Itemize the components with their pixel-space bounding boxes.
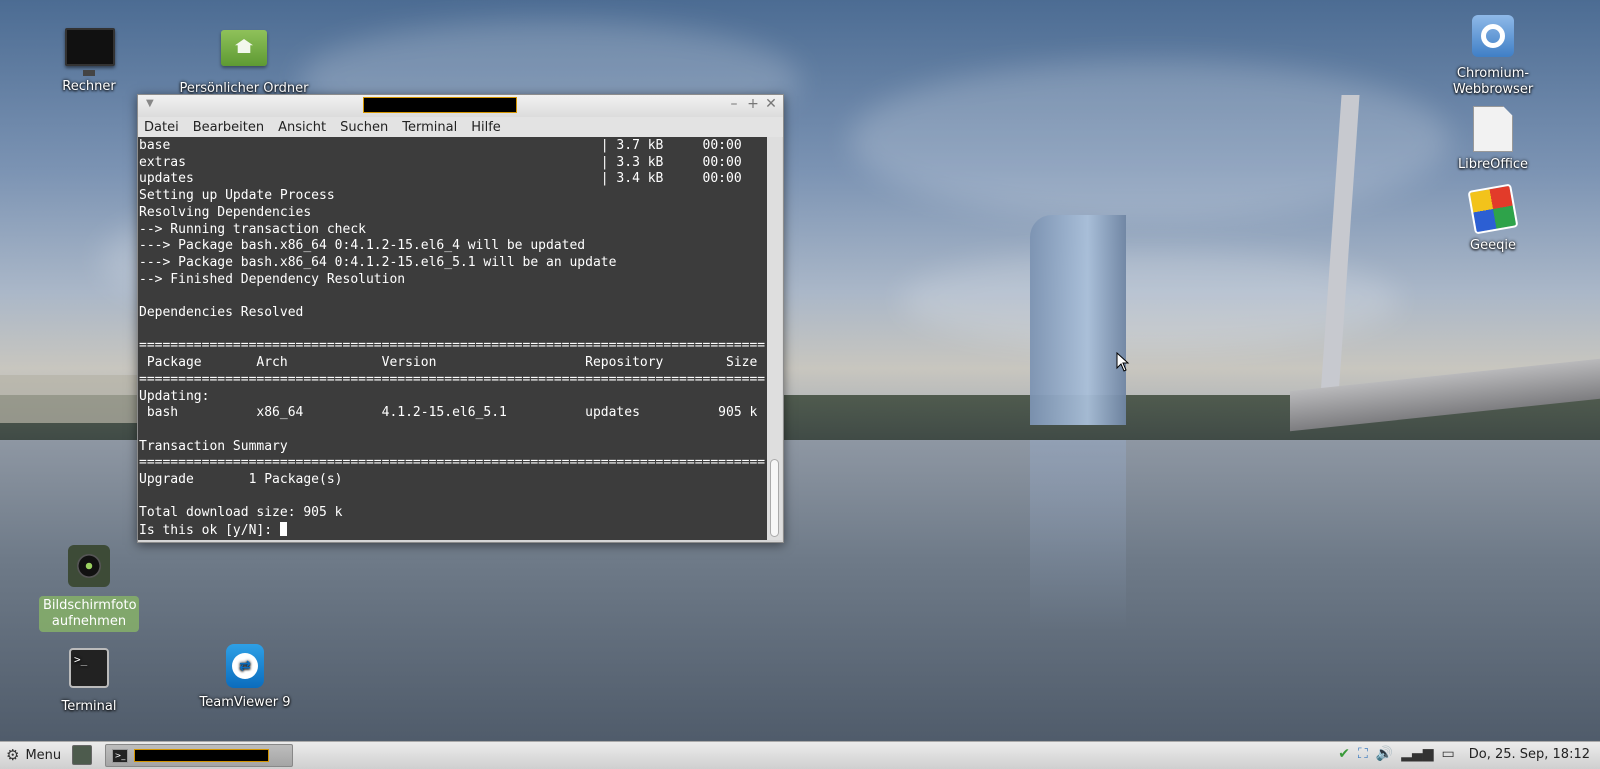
- volume-icon[interactable]: 🔊: [1376, 746, 1393, 762]
- clock[interactable]: Do, 25. Sep, 18:12: [1469, 747, 1590, 762]
- maximize-button[interactable]: +: [744, 96, 762, 112]
- desktop-icon-label: Rechner: [62, 79, 116, 94]
- desktop-icon-terminal[interactable]: >_ Terminal: [34, 644, 144, 715]
- close-button[interactable]: ✕: [762, 96, 780, 112]
- terminal-icon: >_: [65, 648, 113, 696]
- camera-icon: [65, 545, 113, 593]
- desktop-icon-label: TeamViewer 9: [199, 695, 291, 710]
- menu-datei[interactable]: Datei: [144, 120, 179, 135]
- desktop-icon-geeqie[interactable]: Geeqie: [1438, 183, 1548, 254]
- text-cursor: [279, 522, 287, 537]
- menu-hilfe[interactable]: Hilfe: [471, 120, 501, 135]
- taskbar-window-terminal[interactable]: >_: [105, 744, 293, 767]
- window-title-redacted: [363, 97, 517, 113]
- desktop-icon-label: Terminal: [61, 699, 117, 714]
- desktop-icon-screenshot[interactable]: Bildschirmfoto aufnehmen: [34, 542, 144, 632]
- desktop-icon-teamviewer[interactable]: ⇄ TeamViewer 9: [190, 642, 300, 711]
- show-desktop-icon[interactable]: [72, 745, 92, 765]
- desktop-icon-rechner[interactable]: Rechner: [34, 22, 144, 95]
- terminal-icon: >_: [112, 749, 128, 763]
- mouse-pointer-icon: [1116, 351, 1130, 376]
- menu-terminal[interactable]: Terminal: [402, 120, 457, 135]
- computer-monitor-icon: [65, 28, 115, 76]
- window-menu-icon[interactable]: ▼: [146, 98, 154, 109]
- terminal-window[interactable]: ▼ – + ✕ Datei Bearbeiten Ansicht Suchen …: [137, 94, 784, 543]
- desktop-icon-label: Bildschirmfoto aufnehmen: [39, 596, 139, 632]
- menu-ansicht[interactable]: Ansicht: [278, 120, 326, 135]
- update-shield-icon[interactable]: ✔: [1338, 746, 1350, 762]
- start-menu-label: Menu: [25, 747, 62, 763]
- system-tray: ✔ ⛶ 🔊 ▂▄▆ ▭ Do, 25. Sep, 18:12: [1330, 746, 1600, 762]
- desktop-icon-label: LibreOffice: [1457, 157, 1529, 172]
- network-icon[interactable]: ⛶: [1358, 746, 1368, 762]
- start-menu-button[interactable]: ⚙ Menu: [6, 746, 61, 764]
- taskbar-window-title-redacted: [134, 749, 269, 762]
- desktop-icon-libreoffice[interactable]: LibreOffice: [1438, 104, 1548, 173]
- desktop-icon-label: Chromium-Webbrowser: [1452, 66, 1534, 97]
- terminal-output[interactable]: base | 3.7 kB 00:00 extras | 3.3 kB 00:0…: [138, 137, 767, 540]
- terminal-text: base | 3.7 kB 00:00 extras | 3.3 kB 00:0…: [139, 138, 766, 539]
- battery-icon[interactable]: ▭: [1442, 746, 1455, 762]
- teamviewer-icon: ⇄: [221, 644, 269, 692]
- home-folder-icon: [220, 30, 268, 78]
- image-viewer-icon: [1467, 183, 1519, 235]
- menu-suchen[interactable]: Suchen: [340, 120, 388, 135]
- minimize-button[interactable]: –: [725, 96, 743, 112]
- window-titlebar[interactable]: ▼ – + ✕: [138, 95, 783, 117]
- chromium-icon: [1469, 15, 1517, 63]
- desktop-icon-home-folder[interactable]: Persönlicher Ordner: [175, 22, 313, 97]
- document-icon: [1469, 106, 1517, 154]
- taskbar: ⚙ Menu >_ ✔ ⛶ 🔊 ▂▄▆ ▭ Do, 25. Sep, 18:12: [0, 741, 1600, 769]
- scrollbar-thumb[interactable]: [770, 459, 779, 537]
- gear-icon: ⚙: [6, 746, 20, 764]
- signal-bars-icon[interactable]: ▂▄▆: [1401, 746, 1433, 762]
- menu-bearbeiten[interactable]: Bearbeiten: [193, 120, 264, 135]
- window-menubar: Datei Bearbeiten Ansicht Suchen Terminal…: [138, 117, 783, 137]
- terminal-scrollbar[interactable]: [767, 137, 782, 540]
- desktop-icon-chromium[interactable]: Chromium-Webbrowser: [1438, 12, 1548, 98]
- desktop-icon-label: Geeqie: [1470, 238, 1516, 253]
